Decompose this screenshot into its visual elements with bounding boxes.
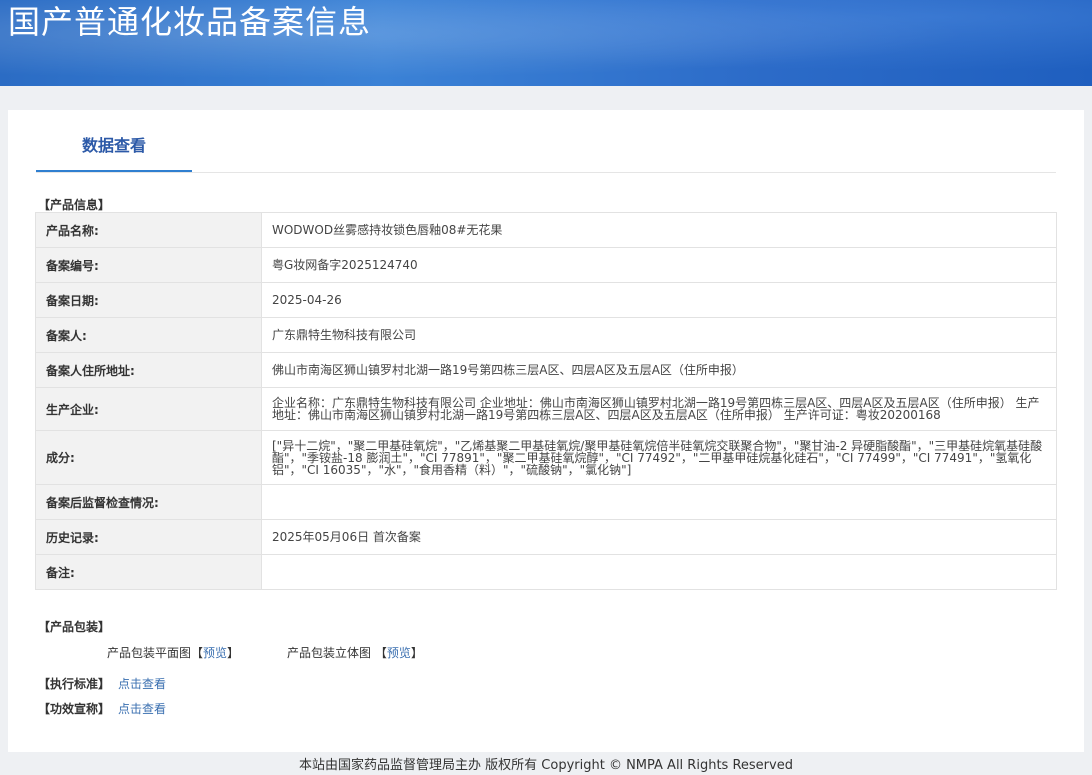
filing-number-value: 粤G妆网备字2025124740 xyxy=(261,247,1057,283)
main-content: 数据查看 【产品信息】 产品名称: WODWOD丝雾感持妆锁色唇釉08#无花果 … xyxy=(8,110,1084,752)
tab-data-view[interactable]: 数据查看 xyxy=(36,132,192,172)
filing-date-value: 2025-04-26 xyxy=(261,282,1057,318)
filer-label: 备案人: xyxy=(35,317,262,353)
ingredients-label: 成分: xyxy=(35,430,262,485)
page-header: 国产普通化妆品备案信息 xyxy=(0,0,1092,86)
remarks-label: 备注: xyxy=(35,554,262,590)
filing-date-label: 备案日期: xyxy=(35,282,262,318)
table-row: 备案人: 广东鼎特生物科技有限公司 xyxy=(35,317,1057,353)
standards-row: 【执行标准】 点击查看 xyxy=(38,675,166,692)
manufacturer-value: 企业名称：广东鼎特生物科技有限公司 企业地址：佛山市南海区狮山镇罗村北湖一路19… xyxy=(261,387,1057,431)
supervision-value xyxy=(261,484,1057,520)
table-row: 备案后监督检查情况: xyxy=(35,484,1057,520)
efficacy-label: 【功效宣称】 xyxy=(38,702,111,716)
history-label: 历史记录: xyxy=(35,519,262,555)
tab-bar: 数据查看 xyxy=(36,132,1056,173)
product-name-value: WODWOD丝雾感持妆锁色唇釉08#无花果 xyxy=(261,212,1057,248)
product-name-label: 产品名称: xyxy=(35,212,262,248)
bracket-close: 】 xyxy=(410,646,423,660)
manufacturer-label: 生产企业: xyxy=(35,387,262,431)
filing-number-label: 备案编号: xyxy=(35,247,262,283)
efficacy-link[interactable]: 点击查看 xyxy=(118,702,166,716)
product-info-title: 【产品信息】 xyxy=(38,198,111,212)
table-row: 备注: xyxy=(35,554,1057,590)
table-row: 历史记录: 2025年05月06日 首次备案 xyxy=(35,519,1057,555)
table-row: 生产企业: 企业名称：广东鼎特生物科技有限公司 企业地址：佛山市南海区狮山镇罗村… xyxy=(35,387,1057,431)
standards-label: 【执行标准】 xyxy=(38,677,111,691)
table-row: 备案人住所地址: 佛山市南海区狮山镇罗村北湖一路19号第四栋三层A区、四层A区及… xyxy=(35,352,1057,388)
standards-link[interactable]: 点击查看 xyxy=(118,677,166,691)
ingredients-value: ["异十二烷"，"聚二甲基硅氧烷"，"乙烯基聚二甲基硅氧烷/聚甲基硅氧烷倍半硅氧… xyxy=(261,430,1057,485)
filer-address-label: 备案人住所地址: xyxy=(35,352,262,388)
bracket-open: 【 xyxy=(374,646,387,660)
page-footer: 本站由国家药品监督管理局主办 版权所有 Copyright © NMPA All… xyxy=(299,758,793,773)
remarks-value xyxy=(261,554,1057,590)
table-row: 备案日期: 2025-04-26 xyxy=(35,282,1057,318)
packaging-flat-row: 产品包装平面图【预览】 xyxy=(107,644,239,661)
preview-3d-link[interactable]: 预览 xyxy=(387,646,411,660)
product-info-table: 产品名称: WODWOD丝雾感持妆锁色唇釉08#无花果 备案编号: 粤G妆网备字… xyxy=(35,212,1057,590)
page-title: 国产普通化妆品备案信息 xyxy=(8,3,372,41)
table-row: 产品名称: WODWOD丝雾感持妆锁色唇釉08#无花果 xyxy=(35,212,1057,248)
preview-flat-link[interactable]: 预览 xyxy=(203,646,227,660)
packaging-3d-row: 产品包装立体图 【预览】 xyxy=(287,644,423,661)
filer-address-value: 佛山市南海区狮山镇罗村北湖一路19号第四栋三层A区、四层A区及五层A区（住所申报… xyxy=(261,352,1057,388)
bracket-close: 】 xyxy=(227,646,240,660)
filer-value: 广东鼎特生物科技有限公司 xyxy=(261,317,1057,353)
packaging-title: 【产品包装】 xyxy=(38,620,111,634)
packaging-3d-label: 产品包装立体图 xyxy=(287,646,372,660)
table-row: 备案编号: 粤G妆网备字2025124740 xyxy=(35,247,1057,283)
packaging-flat-label: 产品包装平面图 xyxy=(107,646,192,660)
history-value: 2025年05月06日 首次备案 xyxy=(261,519,1057,555)
supervision-label: 备案后监督检查情况: xyxy=(35,484,262,520)
table-row: 成分: ["异十二烷"，"聚二甲基硅氧烷"，"乙烯基聚二甲基硅氧烷/聚甲基硅氧烷… xyxy=(35,430,1057,485)
bracket-open: 【 xyxy=(191,646,204,660)
efficacy-row: 【功效宣称】 点击查看 xyxy=(38,700,166,717)
